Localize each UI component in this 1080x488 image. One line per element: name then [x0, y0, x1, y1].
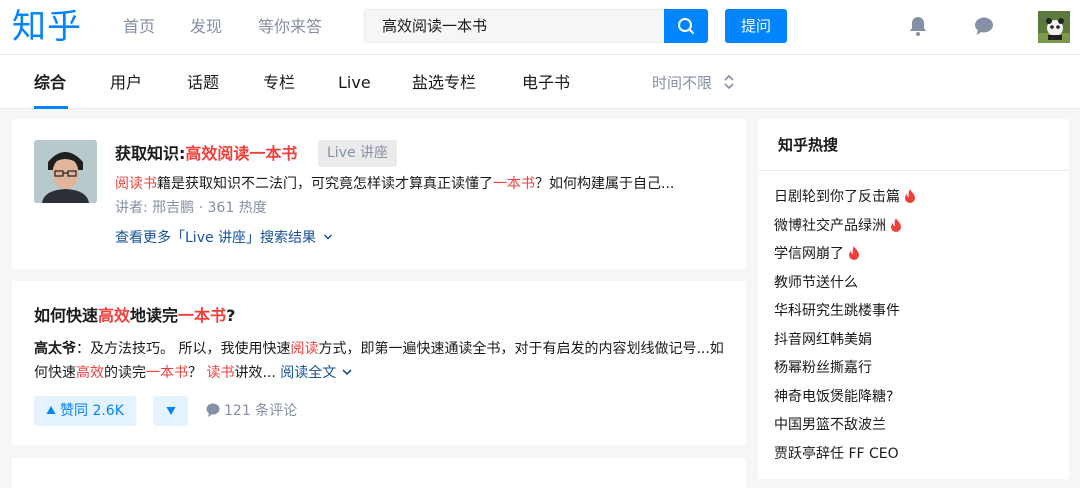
hot-search-item[interactable]: 抖音网红韩美娟 — [774, 330, 916, 359]
fire-icon — [905, 189, 915, 203]
hot-search-item[interactable]: 学信网崩了 — [774, 244, 916, 273]
comments-button[interactable]: 121 条评论 — [205, 401, 297, 421]
upvote-button[interactable]: 赞同 2.6K — [34, 396, 136, 426]
comment-icon — [206, 403, 220, 417]
speaker-photo[interactable] — [34, 140, 97, 203]
chevron-down-icon — [342, 369, 352, 376]
live-result-card: 获取知识:高效阅读一本书 Live 讲座 阅读书籍是获取知识不二法门，可究竟怎样… — [12, 119, 746, 269]
hot-search-list: 日剧轮到你了反击篇 微博社交产品绿洲 学信网崩了 教师节送什么 华科研究生跳楼事… — [774, 187, 916, 472]
hot-search-header: 知乎热搜 — [758, 119, 1069, 171]
highlight-text: 阅读书 — [115, 176, 157, 192]
search-button[interactable] — [664, 9, 708, 43]
hot-search-item[interactable]: 日剧轮到你了反击篇 — [774, 187, 916, 216]
answer-excerpt[interactable]: 高太爷：及方法技巧。 所以，我使用快速阅读方式，即第一遍快速通读全书，对于有启发… — [34, 337, 724, 385]
hot-search-item[interactable]: 华科研究生跳楼事件 — [774, 301, 916, 330]
nav-waiting-answers[interactable]: 等你来答 — [258, 16, 322, 38]
desc-text: 籍是获取知识不二法门，可究竟怎样读才算真正读懂了 — [157, 176, 493, 192]
excerpt-text: 的读完 — [104, 365, 146, 381]
desc-text: ？如何构建属于自己... — [535, 176, 675, 192]
hot-search-title: 知乎热搜 — [778, 136, 839, 154]
excerpt-text: ：及方法技巧。 所以，我使用快速 — [76, 341, 291, 357]
tab-all[interactable]: 综合 — [34, 72, 66, 94]
fire-icon — [849, 246, 859, 260]
active-tab-indicator — [34, 106, 68, 109]
top-header: 知乎 首页 发现 等你来答 高效阅读一本书 提问 — [0, 0, 1080, 55]
tab-columns[interactable]: 专栏 — [263, 72, 295, 94]
hot-search-item[interactable]: 教师节送什么 — [774, 273, 916, 302]
hot-search-item[interactable]: 微博社交产品绿洲 — [774, 216, 916, 245]
highlight-text: 一本书 — [493, 176, 535, 192]
live-title-prefix: 获取知识: — [115, 144, 186, 163]
hot-search-item[interactable]: 中国男篮不敌波兰 — [774, 415, 916, 444]
comments-count: 121 条评论 — [224, 403, 298, 419]
title-text: ? — [226, 306, 236, 325]
title-text: 地读完 — [130, 306, 179, 325]
hot-search-panel: 知乎热搜 日剧轮到你了反击篇 微博社交产品绿洲 学信网崩了 教师节送什么 华科研… — [758, 119, 1069, 479]
live-description: 阅读书籍是获取知识不二法门，可究竟怎样读才算真正读懂了一本书？如何构建属于自己.… — [115, 174, 674, 194]
hot-search-text: 学信网崩了 — [774, 246, 844, 262]
time-filter-label: 时间不限 — [652, 74, 713, 92]
zhihu-logo[interactable]: 知乎 — [12, 5, 82, 49]
tab-topics[interactable]: 话题 — [187, 72, 219, 94]
answer-author[interactable]: 高太爷 — [34, 341, 76, 357]
highlight-text: 一本书 — [146, 365, 188, 381]
hot-search-text: 日剧轮到你了反击篇 — [774, 189, 900, 205]
live-title-highlight: 高效阅读一本书 — [185, 144, 298, 163]
highlight-text: 阅读 — [290, 341, 319, 357]
live-title[interactable]: 获取知识:高效阅读一本书 — [115, 143, 297, 165]
live-meta: 讲者: 邢吉鹏 · 361 热度 — [115, 200, 267, 216]
more-live-results-link[interactable]: 查看更多「Live 讲座」搜索结果 — [115, 228, 333, 248]
hot-search-item[interactable]: 杨幂粉丝撕嘉行 — [774, 358, 916, 387]
excerpt-text: 讲效... — [234, 365, 281, 381]
fire-icon — [891, 217, 901, 232]
ask-question-button[interactable]: 提问 — [725, 9, 787, 43]
question-title[interactable]: 如何快速高效地读完一本书? — [34, 305, 235, 327]
more-live-results-label: 查看更多「Live 讲座」搜索结果 — [115, 230, 317, 246]
title-text: 如何快速 — [34, 306, 99, 325]
bell-icon[interactable] — [906, 14, 930, 38]
question-result-card: 如何快速高效地读完一本书? 高太爷：及方法技巧。 所以，我使用快速阅读方式，即第… — [12, 281, 746, 445]
nav-discover[interactable]: 发现 — [190, 16, 222, 38]
message-icon[interactable] — [972, 14, 996, 38]
next-result-card — [12, 458, 746, 488]
search-icon — [678, 18, 694, 34]
highlight-text: 读书 — [206, 365, 235, 381]
search-type-tabs: 综合 用户 话题 专栏 Live 盐选专栏 电子书 时间不限 — [0, 55, 1080, 109]
read-full-label: 阅读全文 — [280, 365, 337, 381]
user-avatar[interactable] — [1038, 11, 1070, 43]
chevron-down-icon — [323, 234, 332, 240]
highlight-text: 一本书 — [178, 306, 227, 325]
time-filter-dropdown[interactable]: 时间不限 — [652, 72, 735, 94]
highlight-text: 高效 — [76, 365, 104, 381]
downvote-button[interactable] — [153, 396, 188, 426]
read-full-link[interactable]: 阅读全文 — [280, 365, 352, 381]
nav-home[interactable]: 首页 — [123, 16, 155, 38]
tab-users[interactable]: 用户 — [110, 72, 142, 94]
live-badge: Live 讲座 — [318, 140, 398, 167]
triangle-down-icon — [166, 407, 175, 415]
sort-arrows-icon — [724, 74, 734, 90]
hot-search-text: 微博社交产品绿洲 — [774, 217, 886, 234]
triangle-up-icon — [46, 406, 56, 414]
tab-salt-columns[interactable]: 盐选专栏 — [412, 72, 476, 94]
tab-live[interactable]: Live — [338, 72, 371, 94]
search-input[interactable]: 高效阅读一本书 — [364, 9, 664, 43]
hot-search-item[interactable]: 贾跃亭辞任 FF CEO — [774, 444, 916, 473]
excerpt-text: ？ — [188, 365, 207, 381]
upvote-label: 赞同 2.6K — [60, 403, 124, 419]
highlight-text: 高效 — [98, 306, 131, 325]
hot-search-item[interactable]: 神奇电饭煲能降糖? — [774, 387, 916, 416]
tab-ebooks[interactable]: 电子书 — [522, 72, 570, 94]
